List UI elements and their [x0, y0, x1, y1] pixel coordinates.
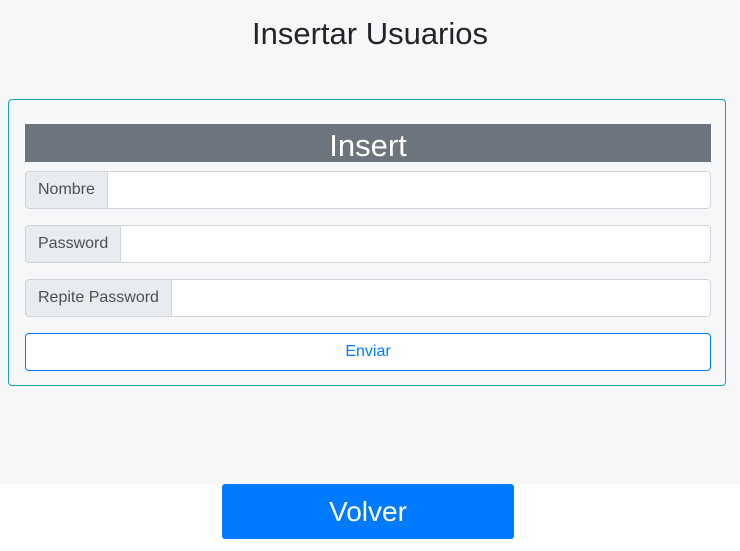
nombre-input-group: Nombre [25, 171, 711, 209]
nombre-label: Nombre [25, 171, 107, 209]
nombre-input[interactable] [106, 171, 711, 209]
repeat-password-label: Repite Password [25, 279, 171, 317]
back-button[interactable]: Volver [222, 484, 514, 539]
repeat-password-input-group: Repite Password [25, 279, 711, 317]
password-input[interactable] [120, 225, 711, 263]
form-header: Insert [25, 124, 711, 162]
repeat-password-input[interactable] [170, 279, 711, 317]
password-input-group: Password [25, 225, 711, 263]
page-title: Insertar Usuarios [251, 16, 489, 51]
password-label: Password [25, 225, 121, 263]
insert-user-form: Insert Nombre Password Repite Password E… [8, 99, 726, 386]
submit-button[interactable]: Enviar [25, 333, 711, 371]
